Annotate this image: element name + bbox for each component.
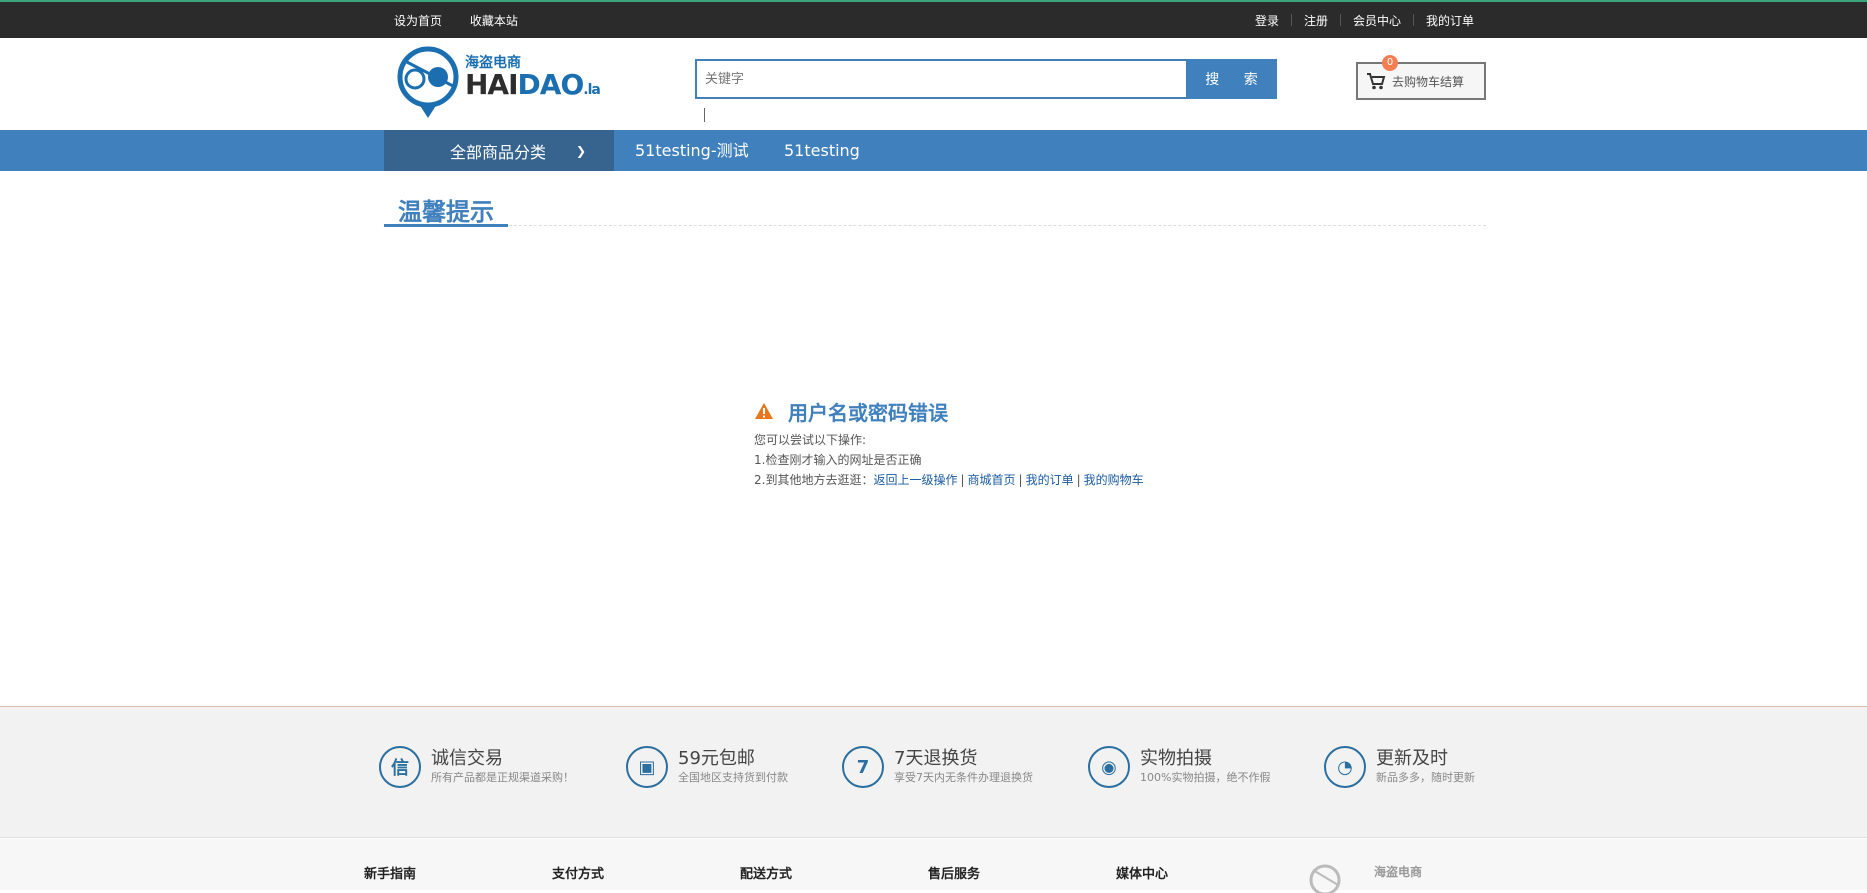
footer-col-delivery[interactable]: 配送方式 (740, 863, 792, 882)
top-bar: 设为首页 收藏本站 登录 注册 会员中心 我的订单 (0, 0, 1867, 38)
service-desc: 100%实物拍摄，绝不作假 (1140, 771, 1271, 784)
footer-logo: 海盗电商 (1308, 863, 1488, 893)
service-title: 7天退换货 (894, 748, 978, 769)
truck-icon: ▣ (626, 746, 668, 788)
set-homepage-link[interactable]: 设为首页 (394, 14, 442, 28)
site-footer: 新手指南 支付方式 配送方式 售后服务 媒体中心 海盗电商 (0, 839, 1867, 893)
suggestion-1: 1.检查刚才输入的网址是否正确 (754, 453, 922, 467)
search-bar: 搜 索 (695, 59, 1277, 99)
cart-button[interactable]: 0 去购物车结算 (1356, 55, 1486, 100)
service-item: 7 7天退换货 享受7天内无条件办理退换货 (842, 745, 1033, 789)
service-desc: 全国地区支持货到付款 (678, 771, 788, 784)
camera-icon: ◉ (1088, 746, 1130, 788)
site-header: 海盗电商 HAIDAO.la 搜 索 0 去购物车结算 (0, 38, 1867, 130)
logo-suffix: .la (583, 82, 601, 98)
member-center-link[interactable]: 会员中心 (1341, 12, 1413, 29)
service-desc: 所有产品都是正规渠道采购！ (431, 771, 574, 784)
service-title: 诚信交易 (431, 748, 503, 769)
cart-icon (1367, 73, 1386, 90)
service-item: 信 诚信交易 所有产品都是正规渠道采购！ (379, 745, 574, 789)
service-item: ◔ 更新及时 新品多多，随时更新 (1324, 745, 1475, 789)
all-categories-button[interactable]: 全部商品分类 ❯ (384, 130, 614, 171)
footer-col-guide[interactable]: 新手指南 (364, 863, 416, 882)
cart-label: 去购物车结算 (1392, 74, 1465, 89)
service-title: 59元包邮 (678, 748, 755, 769)
warning-icon (755, 403, 773, 419)
login-link[interactable]: 登录 (1243, 12, 1291, 29)
footer-logo-text: 海盗电商 (1374, 865, 1423, 879)
link-separator: | (1076, 473, 1081, 487)
my-cart-link[interactable]: 我的购物车 (1084, 473, 1144, 487)
error-message-box: 用户名或密码错误 您可以尝试以下操作: 1.检查刚才输入的网址是否正确 2.到其… (754, 397, 1254, 488)
pirate-logo-icon (397, 46, 459, 118)
service-strip: 信 诚信交易 所有产品都是正规渠道采购！ ▣ 59元包邮 全国地区支持货到付款 … (0, 706, 1867, 838)
nav-link-51testing[interactable]: 51testing (784, 130, 860, 171)
search-input[interactable] (695, 59, 1186, 99)
service-title: 更新及时 (1376, 748, 1448, 769)
suggestion-2-prefix: 2.到其他地方去逛逛： (754, 473, 874, 487)
seven-icon: 7 (842, 746, 884, 788)
main-nav: 全部商品分类 ❯ 51testing-测试 51testing (0, 130, 1867, 171)
bookmark-link[interactable]: 收藏本站 (470, 14, 518, 28)
error-message: 用户名或密码错误 (788, 400, 948, 425)
link-separator: | (960, 473, 965, 487)
go-back-link[interactable]: 返回上一级操作 (873, 473, 957, 487)
error-title: 用户名或密码错误 (754, 397, 1254, 425)
register-link[interactable]: 注册 (1292, 12, 1340, 29)
site-logo[interactable]: 海盗电商 HAIDAO.la (395, 46, 605, 122)
service-item: ◉ 实物拍摄 100%实物拍摄，绝不作假 (1088, 745, 1270, 789)
service-title: 实物拍摄 (1140, 748, 1212, 769)
clock-icon: ◔ (1324, 746, 1366, 788)
search-button[interactable]: 搜 索 (1186, 59, 1277, 99)
my-orders-link-2[interactable]: 我的订单 (1026, 473, 1074, 487)
mall-home-link[interactable]: 商城首页 (968, 473, 1016, 487)
suggestion-intro: 您可以尝试以下操作: (754, 433, 867, 447)
nav-link-51testing-test[interactable]: 51testing-测试 (635, 130, 749, 171)
page-title: 温馨提示 (384, 192, 508, 227)
chevron-down-icon: ❯ (576, 143, 587, 158)
tip-header: 温馨提示 (384, 190, 1486, 227)
footer-col-aftersales[interactable]: 售后服务 (928, 863, 980, 882)
service-desc: 享受7天内无条件办理退换货 (894, 771, 1033, 784)
text-cursor (704, 108, 705, 122)
all-categories-label: 全部商品分类 (450, 142, 547, 162)
cart-count-badge: 0 (1382, 55, 1398, 71)
shield-icon: 信 (379, 746, 421, 788)
footer-col-media[interactable]: 媒体中心 (1116, 863, 1168, 882)
service-desc: 新品多多，随时更新 (1376, 771, 1475, 784)
link-separator: | (1018, 473, 1023, 487)
my-orders-link[interactable]: 我的订单 (1414, 12, 1486, 29)
footer-col-payment[interactable]: 支付方式 (552, 863, 604, 882)
logo-en-a: HAI (465, 68, 519, 101)
suggestion-2: 2.到其他地方去逛逛：返回上一级操作 | 商城首页 | 我的订单 | 我的购物车 (754, 471, 1254, 487)
logo-en-b: DAO (517, 68, 585, 101)
service-item: ▣ 59元包邮 全国地区支持货到付款 (626, 745, 788, 789)
logo-en-text: HAIDAO.la (465, 68, 601, 101)
footer-logo-icon (1309, 864, 1341, 893)
